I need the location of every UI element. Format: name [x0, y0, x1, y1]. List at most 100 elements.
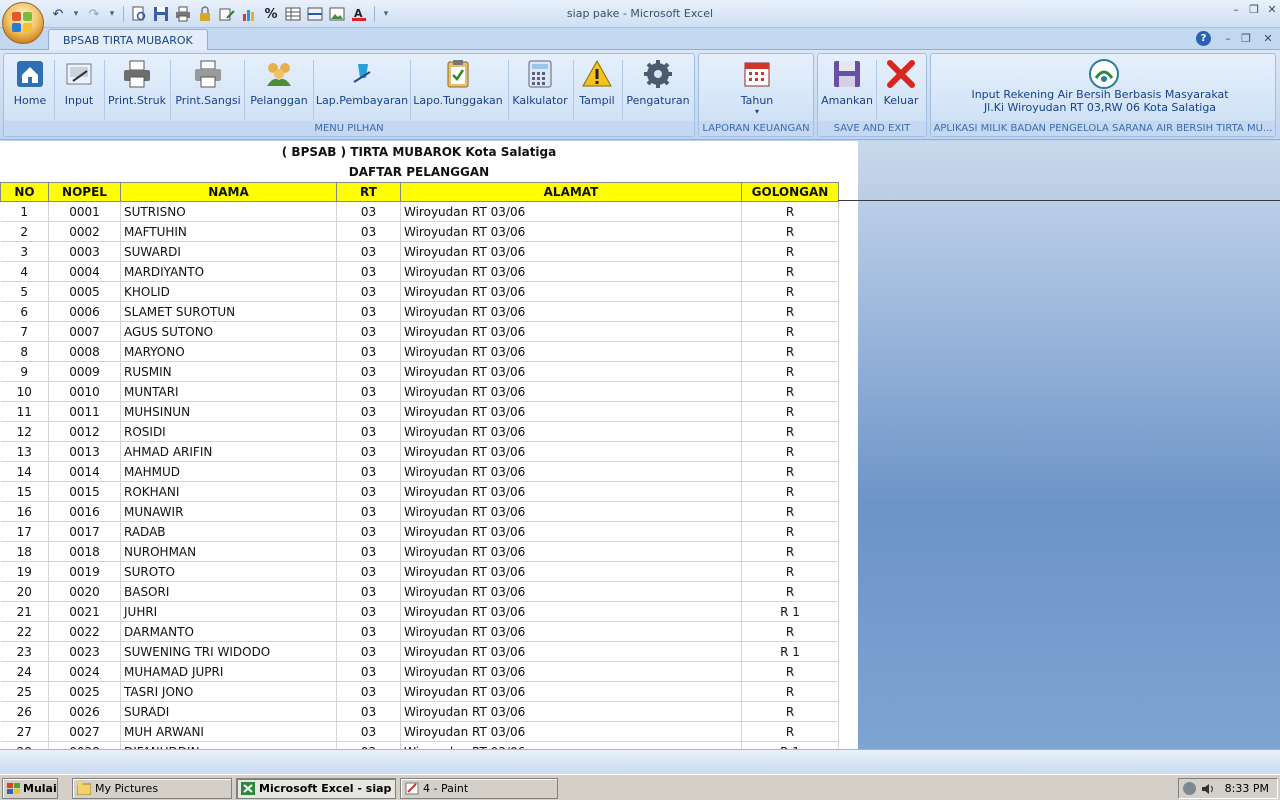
cell-nama[interactable]: SUWARDI: [120, 241, 337, 262]
cell-alamat[interactable]: Wiroyudan RT 03/06: [400, 581, 742, 602]
cell-nama[interactable]: MUHAMAD JUPRI: [120, 661, 337, 682]
lap-pembayaran-button[interactable]: Lap.Pembayaran: [315, 58, 409, 116]
cell-no[interactable]: 1: [0, 201, 49, 222]
column-header-golongan[interactable]: GOLONGAN: [741, 182, 839, 202]
cell-alamat[interactable]: Wiroyudan RT 03/06: [400, 601, 742, 622]
cell-no[interactable]: 10: [0, 381, 49, 402]
cell-nopel[interactable]: 0008: [48, 341, 121, 362]
cell-no[interactable]: 18: [0, 541, 49, 562]
cell-alamat[interactable]: Wiroyudan RT 03/06: [400, 341, 742, 362]
cell-rt[interactable]: 03: [336, 481, 401, 502]
cell-nama[interactable]: MARDIYANTO: [120, 261, 337, 282]
cell-nama[interactable]: SUWENING TRI WIDODO: [120, 641, 337, 662]
cell-golongan[interactable]: R: [741, 581, 839, 602]
column-header-no[interactable]: NO: [0, 182, 49, 202]
cell-rt[interactable]: 03: [336, 621, 401, 642]
cell-golongan[interactable]: R: [741, 421, 839, 442]
cell-golongan[interactable]: R: [741, 721, 839, 742]
cell-no[interactable]: 16: [0, 501, 49, 522]
cell-no[interactable]: 7: [0, 321, 49, 342]
cell-nopel[interactable]: 0013: [48, 441, 121, 462]
cell-nopel[interactable]: 0014: [48, 461, 121, 482]
cell-alamat[interactable]: Wiroyudan RT 03/06: [400, 221, 742, 242]
cell-golongan[interactable]: R: [741, 561, 839, 582]
kalkulator-button[interactable]: Kalkulator: [510, 58, 570, 116]
cell-golongan[interactable]: R: [741, 701, 839, 722]
ribbon-restore-icon[interactable]: ❐: [1238, 32, 1254, 46]
cell-golongan[interactable]: R: [741, 341, 839, 362]
cell-nopel[interactable]: 0022: [48, 621, 121, 642]
cell-alamat[interactable]: Wiroyudan RT 03/06: [400, 741, 742, 749]
pengaturan-button[interactable]: Pengaturan: [625, 58, 691, 116]
keluar-button[interactable]: Keluar: [878, 58, 924, 116]
cell-nama[interactable]: ROSIDI: [120, 421, 337, 442]
cell-nopel[interactable]: 0023: [48, 641, 121, 662]
cell-golongan[interactable]: R: [741, 481, 839, 502]
cell-golongan[interactable]: R: [741, 681, 839, 702]
cell-rt[interactable]: 03: [336, 241, 401, 262]
cell-alamat[interactable]: Wiroyudan RT 03/06: [400, 701, 742, 722]
cell-golongan[interactable]: R: [741, 401, 839, 422]
cell-nopel[interactable]: 0006: [48, 301, 121, 322]
cell-nopel[interactable]: 0010: [48, 381, 121, 402]
column-header-rt[interactable]: RT: [336, 182, 401, 202]
cell-rt[interactable]: 03: [336, 421, 401, 442]
cell-alamat[interactable]: Wiroyudan RT 03/06: [400, 401, 742, 422]
cell-nopel[interactable]: 0026: [48, 701, 121, 722]
cell-nama[interactable]: AGUS SUTONO: [120, 321, 337, 342]
cell-nama[interactable]: BASORI: [120, 581, 337, 602]
cell-nopel[interactable]: 0017: [48, 521, 121, 542]
ribbon-minimize-icon[interactable]: –: [1220, 32, 1236, 46]
cell-no[interactable]: 24: [0, 661, 49, 682]
office-button[interactable]: [2, 2, 44, 44]
cell-alamat[interactable]: Wiroyudan RT 03/06: [400, 681, 742, 702]
cell-alamat[interactable]: Wiroyudan RT 03/06: [400, 301, 742, 322]
maximize-icon[interactable]: ❐: [1246, 3, 1262, 17]
cell-nopel[interactable]: 0007: [48, 321, 121, 342]
cell-golongan[interactable]: R: [741, 361, 839, 382]
cell-rt[interactable]: 03: [336, 641, 401, 662]
cell-no[interactable]: 27: [0, 721, 49, 742]
cell-golongan[interactable]: R: [741, 441, 839, 462]
cell-nopel[interactable]: 0005: [48, 281, 121, 302]
cell-nama[interactable]: DARMANTO: [120, 621, 337, 642]
cell-nama[interactable]: MUHSINUN: [120, 401, 337, 422]
cell-golongan[interactable]: R: [741, 541, 839, 562]
cell-nopel[interactable]: 0019: [48, 561, 121, 582]
cell-nopel[interactable]: 0011: [48, 401, 121, 422]
cell-no[interactable]: 5: [0, 281, 49, 302]
cell-nama[interactable]: JUHRI: [120, 601, 337, 622]
cell-golongan[interactable]: R: [741, 661, 839, 682]
task-my-pictures[interactable]: My Pictures: [72, 778, 232, 799]
cell-rt[interactable]: 03: [336, 401, 401, 422]
cell-rt[interactable]: 03: [336, 221, 401, 242]
pelanggan-button[interactable]: Pelanggan: [248, 58, 310, 116]
cell-alamat[interactable]: Wiroyudan RT 03/06: [400, 461, 742, 482]
cell-golongan[interactable]: R: [741, 261, 839, 282]
cell-rt[interactable]: 03: [336, 721, 401, 742]
cell-alamat[interactable]: Wiroyudan RT 03/06: [400, 201, 742, 222]
cell-no[interactable]: 23: [0, 641, 49, 662]
tahun-button[interactable]: Tahun ▾: [729, 58, 785, 116]
cell-no[interactable]: 13: [0, 441, 49, 462]
cell-no[interactable]: 12: [0, 421, 49, 442]
cell-nama[interactable]: SURADI: [120, 701, 337, 722]
cell-nopel[interactable]: 0024: [48, 661, 121, 682]
cell-nopel[interactable]: 0021: [48, 601, 121, 622]
cell-nopel[interactable]: 0016: [48, 501, 121, 522]
cell-golongan[interactable]: R: [741, 461, 839, 482]
cell-alamat[interactable]: Wiroyudan RT 03/06: [400, 541, 742, 562]
cell-nama[interactable]: KHOLID: [120, 281, 337, 302]
cell-rt[interactable]: 03: [336, 361, 401, 382]
minimize-icon[interactable]: –: [1228, 3, 1244, 17]
cell-no[interactable]: 22: [0, 621, 49, 642]
cell-no[interactable]: 6: [0, 301, 49, 322]
cell-no[interactable]: 4: [0, 261, 49, 282]
cell-no[interactable]: 11: [0, 401, 49, 422]
cell-rt[interactable]: 03: [336, 681, 401, 702]
cell-nama[interactable]: MUNTARI: [120, 381, 337, 402]
cell-rt[interactable]: 03: [336, 261, 401, 282]
input-button[interactable]: Input: [56, 58, 102, 116]
cell-golongan[interactable]: R: [741, 321, 839, 342]
cell-nopel[interactable]: 0009: [48, 361, 121, 382]
